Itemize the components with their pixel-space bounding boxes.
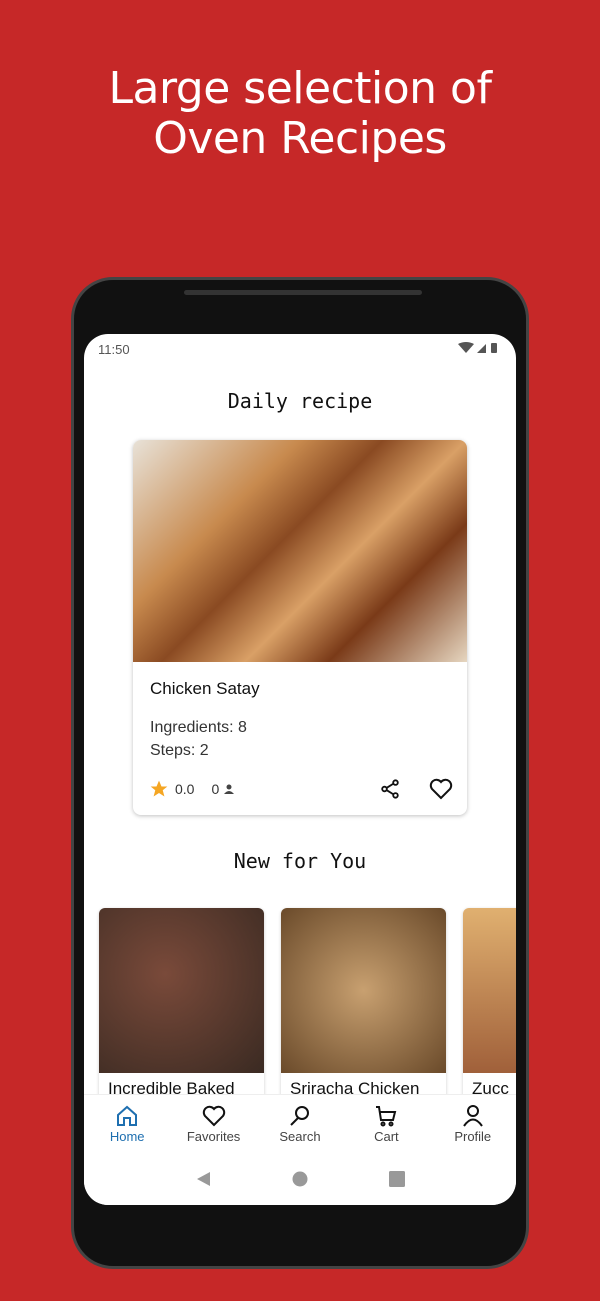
rating: 0.0 bbox=[175, 781, 195, 797]
heart-icon bbox=[202, 1105, 225, 1127]
nav-cart[interactable]: Cart bbox=[346, 1105, 426, 1144]
nav-home-label: Home bbox=[109, 1129, 145, 1144]
back-icon[interactable] bbox=[195, 1171, 211, 1187]
daily-recipe-title: Daily recipe bbox=[227, 389, 373, 413]
nav-cart-label: Cart bbox=[374, 1129, 399, 1144]
new-for-you-title: New for You bbox=[233, 849, 367, 873]
recipe-image bbox=[133, 440, 467, 662]
search-icon bbox=[290, 1106, 309, 1126]
home-icon bbox=[117, 1105, 138, 1126]
app-screen: 11:50 Daily recipe Chicken Satay Ingredi… bbox=[84, 334, 516, 1205]
profile-icon bbox=[462, 1105, 483, 1127]
nav-profile[interactable]: Profile bbox=[433, 1105, 513, 1144]
status-time: 11:50 bbox=[98, 342, 130, 357]
recipe-card[interactable]: Zucc bbox=[463, 908, 516, 1108]
recipe-image bbox=[281, 908, 446, 1073]
status-bar: 11:50 bbox=[98, 342, 502, 357]
speaker bbox=[184, 290, 422, 295]
person-icon bbox=[224, 784, 235, 794]
recents-icon[interactable] bbox=[389, 1171, 406, 1187]
headline-line-2: Oven Recipes bbox=[153, 113, 447, 164]
nav-favorites-label: Favorites bbox=[186, 1129, 241, 1144]
recipe-image bbox=[463, 908, 516, 1073]
recipe-card[interactable]: Sriracha Chicken bbox=[281, 908, 446, 1108]
nav-search[interactable]: Search bbox=[260, 1105, 340, 1144]
home-button-icon[interactable] bbox=[292, 1171, 308, 1187]
recipe-card[interactable]: Incredible Baked bbox=[99, 908, 264, 1108]
nav-search-label: Search bbox=[279, 1129, 321, 1144]
headline: Large selection of Oven Recipes bbox=[0, 64, 600, 164]
bottom-nav: Home Favorites Search Cart Profile bbox=[84, 1094, 516, 1205]
daily-recipe-card[interactable]: Chicken Satay Ingredients: 8 Steps: 2 0.… bbox=[133, 440, 467, 815]
headline-line-1: Large selection of bbox=[108, 63, 492, 114]
steps-count: Steps: 2 bbox=[150, 742, 209, 759]
recipe-name: Chicken Satay bbox=[150, 679, 260, 698]
cart-icon bbox=[376, 1106, 397, 1127]
nav-home[interactable]: Home bbox=[87, 1105, 167, 1144]
ingredients-count: Ingredients: 8 bbox=[150, 719, 247, 736]
nav-profile-label: Profile bbox=[454, 1129, 492, 1144]
favorite-icon[interactable] bbox=[429, 778, 453, 800]
recipe-image bbox=[99, 908, 264, 1073]
share-icon[interactable] bbox=[379, 778, 401, 800]
nav-favorites[interactable]: Favorites bbox=[174, 1105, 254, 1144]
status-icons bbox=[458, 342, 502, 357]
star-icon bbox=[150, 780, 168, 797]
new-for-you-list: Incredible Baked Sriracha Chicken Zucc bbox=[99, 908, 516, 1108]
review-count: 0 bbox=[211, 781, 220, 797]
system-nav bbox=[84, 1171, 516, 1187]
